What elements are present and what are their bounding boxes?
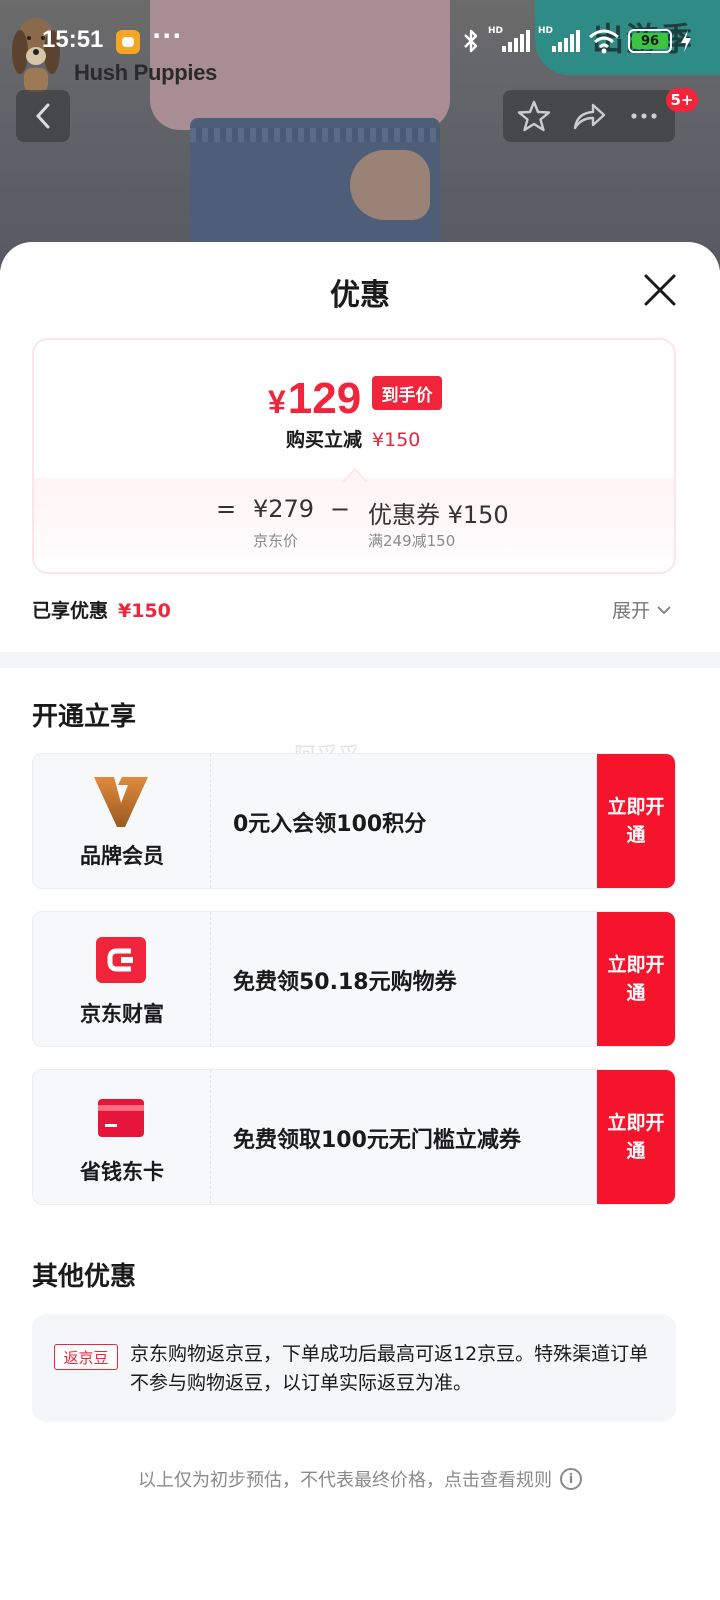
footnote-text: 以上仅为初步预估，不代表最终价格，点击查看规则 — [138, 1470, 552, 1491]
enjoyed-discount: 已享优惠 ¥150 — [32, 596, 171, 623]
offer-logo-area: 省钱东卡 — [33, 1070, 211, 1204]
open-now-button[interactable]: 立即开通 — [597, 1070, 675, 1204]
close-icon[interactable] — [640, 270, 680, 310]
purchase-reduction: 购买立减 ¥150 — [286, 425, 420, 452]
enjoyed-label: 已享优惠 — [32, 600, 109, 622]
card-icon — [91, 1090, 151, 1146]
jd-beans-tag: 返京豆 — [54, 1344, 118, 1370]
formula-minus: − — [330, 495, 351, 523]
final-price: ¥ 129 — [268, 374, 361, 424]
expand-label: 展开 — [612, 600, 651, 622]
sheet-title: 优惠 — [330, 278, 390, 313]
rules-footnote-link[interactable]: 以上仅为初步预估，不代表最终价格，点击查看规则 i — [0, 1466, 720, 1492]
app-notification-icon — [116, 30, 140, 54]
product-hand-shape — [350, 150, 430, 220]
jd-beans-description: 京东购物返京豆，下单成功后最高可返12京豆。特殊渠道订单不参与购物返豆，以订单实… — [130, 1343, 649, 1394]
other-section-title: 其他优惠 — [32, 1262, 137, 1292]
formula-equals: = — [216, 495, 237, 523]
coupon-rule: 满249减150 — [368, 532, 456, 550]
offer-card-brand-member[interactable]: 品牌会员 0元入会领100积分 立即开通 — [32, 753, 676, 889]
open-now-button[interactable]: 立即开通 — [597, 912, 675, 1046]
info-icon: i — [560, 1468, 582, 1490]
bluetooth-icon — [464, 29, 478, 53]
offer-name: 京东财富 — [80, 1002, 164, 1026]
section-divider — [0, 652, 720, 668]
hd-label: HD — [488, 26, 504, 36]
reduction-value: ¥150 — [372, 429, 421, 451]
offer-description: 0元入会领100积分 — [233, 812, 427, 837]
more-notifications-dots: ··· — [152, 22, 183, 50]
status-bar: 15:51 ··· HD HD 96 — [0, 0, 720, 80]
jd-beans-rebate-box: 返京豆 京东购物返京豆，下单成功后最高可返12京豆。特殊渠道订单不参与购物返豆，… — [32, 1314, 676, 1422]
charging-bolt-icon — [681, 30, 691, 52]
battery-icon: 96 — [628, 29, 672, 53]
offer-name: 省钱东卡 — [80, 1160, 164, 1184]
expand-button[interactable]: 展开 — [612, 596, 672, 623]
offer-card-savings-card[interactable]: 省钱东卡 免费领取100元无门槛立减券 立即开通 — [32, 1069, 676, 1205]
chevron-left-icon — [35, 103, 50, 129]
favorite-star-icon[interactable] — [516, 98, 552, 134]
wifi-icon — [589, 29, 619, 54]
back-button[interactable] — [16, 90, 70, 142]
jd-wealth-icon — [91, 932, 151, 988]
hd-label-2: HD — [538, 26, 554, 36]
jd-price-label: 京东价 — [253, 532, 299, 550]
open-section-title: 开通立享 — [32, 702, 137, 732]
share-icon[interactable] — [571, 98, 607, 134]
open-now-button[interactable]: 立即开通 — [597, 754, 675, 888]
offer-logo-area: 品牌会员 — [33, 754, 211, 888]
jd-price-value: ¥279 — [253, 495, 315, 523]
final-price-currency: ¥ — [268, 384, 286, 420]
offer-description: 免费领取100元无门槛立减券 — [233, 1128, 521, 1153]
offer-name: 品牌会员 — [80, 844, 164, 868]
message-count-badge: 5+ — [666, 88, 698, 112]
offer-card-jd-wealth[interactable]: 京东财富 免费领50.18元购物券 立即开通 — [32, 911, 676, 1047]
top-action-group — [503, 90, 675, 142]
pointer-notch — [343, 468, 367, 482]
signal-strength-icon-2: HD — [538, 26, 580, 52]
status-right-group: HD HD 96 — [462, 26, 692, 56]
enjoyed-value: ¥150 — [118, 600, 171, 622]
chevron-down-icon — [657, 605, 671, 614]
final-price-tag: 到手价 — [372, 376, 442, 410]
status-time: 15:51 — [42, 26, 104, 53]
price-formula-area — [34, 478, 674, 572]
offer-logo-area: 京东财富 — [33, 912, 211, 1046]
reduction-label: 购买立减 — [286, 429, 363, 451]
final-price-value: 129 — [287, 374, 362, 423]
coupon-value: 优惠券 ¥150 — [368, 501, 509, 529]
signal-strength-icon: HD — [488, 26, 530, 52]
brand-member-v-icon — [91, 774, 151, 830]
more-options-icon[interactable] — [626, 98, 662, 134]
offer-description: 免费领50.18元购物券 — [233, 970, 457, 995]
battery-level: 96 — [632, 33, 668, 49]
